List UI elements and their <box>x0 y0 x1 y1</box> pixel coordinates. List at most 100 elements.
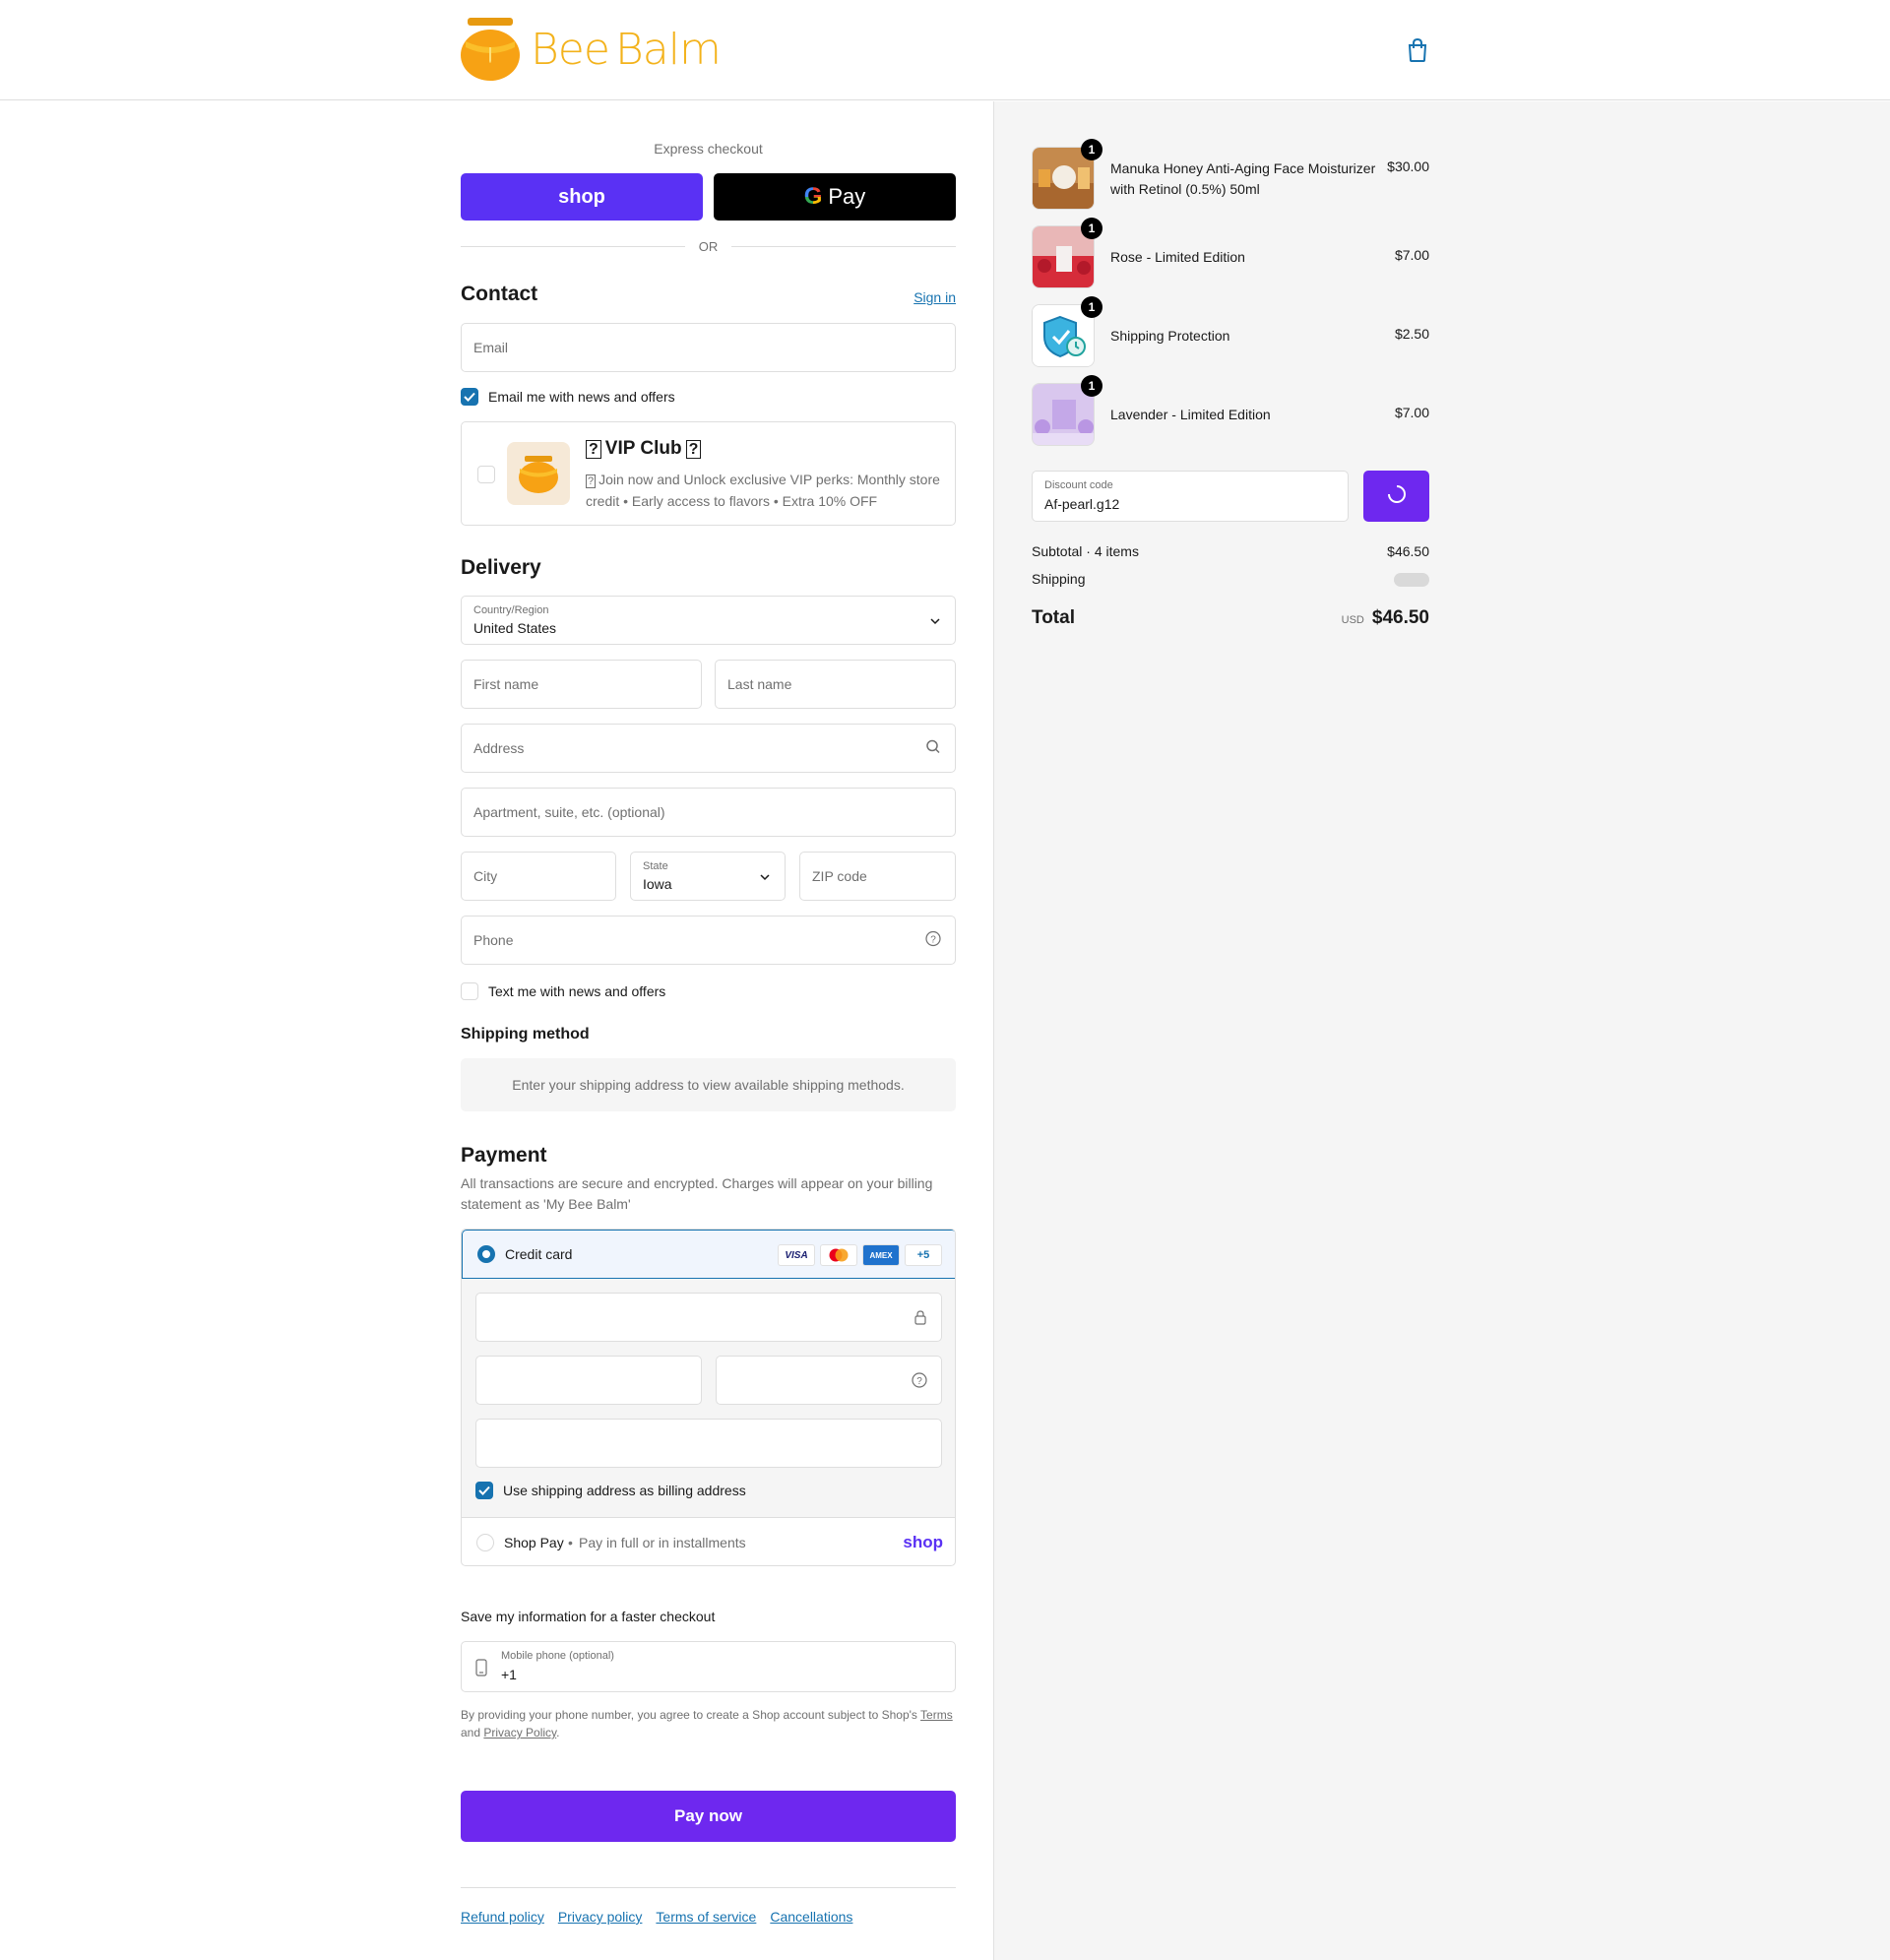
shop-pay-option[interactable]: Shop Pay • Pay in full or in installment… <box>462 1518 955 1565</box>
svg-text:?: ? <box>916 1376 922 1387</box>
privacy-policy-link[interactable]: Privacy policy <box>558 1909 643 1925</box>
credit-card-option[interactable]: Credit card VISA AMEX +5 <box>462 1230 955 1279</box>
vip-checkbox[interactable] <box>477 466 495 483</box>
email-news-checkbox[interactable]: Email me with news and offers <box>461 388 675 406</box>
contact-title: Contact <box>461 283 538 305</box>
loading-spinner-icon <box>1387 484 1407 509</box>
pay-now-button[interactable]: Pay now <box>461 1791 956 1842</box>
cart-item: 1 Manuka Honey Anti-Aging Face Moisturiz… <box>1032 139 1429 210</box>
shop-pay-radio[interactable] <box>476 1534 494 1551</box>
card-number-field[interactable] <box>475 1293 942 1342</box>
footer-links: Refund policy Privacy policy Terms of se… <box>461 1909 852 1925</box>
first-name-field[interactable]: First name <box>461 660 702 709</box>
apply-discount-button[interactable] <box>1363 471 1429 522</box>
amex-icon: AMEX <box>862 1244 900 1266</box>
unknown-glyph-icon: ? <box>586 474 597 488</box>
google-pay-button[interactable]: G Pay <box>714 173 956 221</box>
search-icon <box>925 739 941 758</box>
total-row: Total USD $46.50 <box>1032 607 1429 628</box>
country-select[interactable]: Country/Region United States <box>461 596 956 645</box>
vip-club-card[interactable]: ? VIP Club? ? Join now and Unlock exclusiv… <box>461 421 956 526</box>
order-summary-panel <box>993 101 1890 1960</box>
mobile-phone-field[interactable]: Mobile phone (optional) +1 <box>461 1641 956 1692</box>
delivery-title: Delivery <box>461 556 541 579</box>
item-price: $30.00 <box>1387 158 1429 174</box>
name-on-card-field[interactable] <box>475 1419 942 1468</box>
vip-product-image <box>507 442 570 505</box>
express-checkout-title: Express checkout <box>654 141 763 157</box>
state-select[interactable]: State Iowa <box>630 852 786 901</box>
shipping-row: Shipping <box>1032 571 1429 587</box>
help-icon[interactable]: ? <box>925 930 941 950</box>
or-divider: OR <box>461 239 956 254</box>
help-icon[interactable]: ? <box>912 1372 927 1393</box>
google-g-icon: G <box>803 183 823 210</box>
more-cards-badge: +5 <box>905 1244 942 1266</box>
apartment-field[interactable]: Apartment, suite, etc. (optional) <box>461 788 956 837</box>
card-details: ? Use shipping address as billing addres… <box>462 1279 955 1518</box>
phone-field[interactable]: Phone ? <box>461 916 956 965</box>
terms-link[interactable]: Terms <box>920 1708 953 1722</box>
quantity-badge: 1 <box>1081 139 1102 160</box>
lock-icon <box>914 1309 927 1330</box>
credit-card-radio[interactable] <box>477 1245 495 1263</box>
item-price: $7.00 <box>1394 247 1429 263</box>
brand-name: Bee Balm <box>531 24 722 75</box>
vip-title: ? VIP Club? <box>586 438 702 460</box>
checkmark-icon <box>461 388 478 406</box>
item-name: Shipping Protection <box>1110 328 1230 344</box>
quantity-badge: 1 <box>1081 375 1102 397</box>
billing-same-checkbox[interactable]: Use shipping address as billing address <box>475 1482 746 1499</box>
expiry-field[interactable] <box>475 1356 702 1405</box>
cart-item: 1 Lavender - Limited Edition $7.00 <box>1032 375 1429 446</box>
quantity-badge: 1 <box>1081 296 1102 318</box>
privacy-link[interactable]: Privacy Policy <box>483 1726 556 1739</box>
quantity-badge: 1 <box>1081 218 1102 239</box>
subtotal-row: Subtotal · 4 items $46.50 <box>1032 543 1429 559</box>
cart-item: 1 Shipping Protection $2.50 <box>1032 296 1429 367</box>
cvv-field[interactable]: ? <box>716 1356 942 1405</box>
address-field[interactable]: Address <box>461 724 956 773</box>
cart-icon[interactable] <box>1406 37 1429 63</box>
payment-title: Payment <box>461 1144 547 1167</box>
sign-in-link[interactable]: Sign in <box>914 289 956 305</box>
svg-text:?: ? <box>930 935 936 946</box>
item-price: $7.00 <box>1394 405 1429 420</box>
chevron-down-icon <box>759 868 771 884</box>
mastercard-icon <box>820 1244 857 1266</box>
item-price: $2.50 <box>1394 326 1429 342</box>
cancellations-link[interactable]: Cancellations <box>770 1909 852 1925</box>
honey-jar-icon <box>460 18 521 81</box>
legal-text: By providing your phone number, you agre… <box>461 1708 953 1739</box>
city-field[interactable]: City <box>461 852 616 901</box>
mobile-phone-icon <box>475 1659 487 1679</box>
site-header: Bee Balm <box>0 0 1890 100</box>
chevron-down-icon <box>929 612 941 628</box>
terms-of-service-link[interactable]: Terms of service <box>656 1909 756 1925</box>
item-name: Lavender - Limited Edition <box>1110 407 1271 422</box>
item-name: Rose - Limited Edition <box>1110 249 1245 265</box>
shop-logo: shop <box>903 1533 943 1551</box>
shipping-method-title: Shipping method <box>461 1026 590 1043</box>
vip-description: ? Join now and Unlock exclusive VIP perks… <box>586 472 940 509</box>
footer-divider <box>461 1887 956 1888</box>
checkmark-icon <box>475 1482 493 1499</box>
unknown-glyph-icon: ? <box>685 440 702 459</box>
shipping-loading-placeholder <box>1394 573 1429 587</box>
shop-pay-button[interactable]: shop <box>461 173 703 221</box>
text-news-checkbox[interactable]: Text me with news and offers <box>461 982 665 1000</box>
cart-item: 1 Rose - Limited Edition $7.00 <box>1032 218 1429 288</box>
shipping-method-note: Enter your shipping address to view avai… <box>461 1058 956 1111</box>
email-field[interactable]: Email <box>461 323 956 372</box>
discount-code-field[interactable]: Discount code Af-pearl.g12 <box>1032 471 1349 522</box>
visa-icon: VISA <box>778 1244 815 1266</box>
payment-description: All transactions are secure and encrypte… <box>461 1175 933 1212</box>
last-name-field[interactable]: Last name <box>715 660 956 709</box>
payment-methods: Credit card VISA AMEX +5 ? Use shipping … <box>461 1229 956 1566</box>
save-info-title: Save my information for a faster checkou… <box>461 1609 716 1624</box>
unknown-glyph-icon: ? <box>586 440 601 459</box>
zip-field[interactable]: ZIP code <box>799 852 956 901</box>
brand-logo[interactable]: Bee Balm <box>460 18 722 81</box>
item-name: Manuka Honey Anti-Aging Face Moisturizer… <box>1110 160 1376 197</box>
refund-policy-link[interactable]: Refund policy <box>461 1909 544 1925</box>
